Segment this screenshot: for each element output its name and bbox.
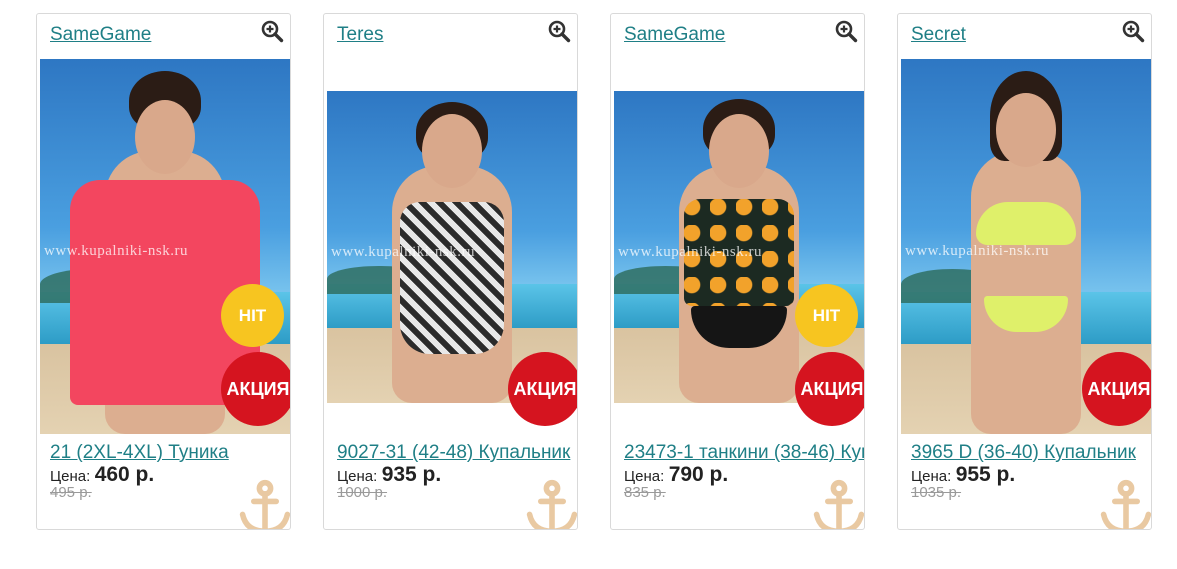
hit-badge: HIT <box>221 284 284 347</box>
zoom-in-icon[interactable] <box>1121 19 1145 43</box>
price-label: Цена: <box>337 468 378 485</box>
zoom-in-icon[interactable] <box>260 19 284 43</box>
hit-badge: HIT <box>795 284 858 347</box>
brand-link[interactable]: Secret <box>911 24 966 46</box>
anchor-icon <box>810 479 864 529</box>
brand-link[interactable]: Teres <box>337 24 383 46</box>
price-value: 790 р. <box>668 463 729 486</box>
brand-link[interactable]: SameGame <box>50 24 151 46</box>
price-value: 935 р. <box>381 463 442 486</box>
product-name-link[interactable]: 21 (2XL-4XL) Туника <box>50 442 290 464</box>
price-label: Цена: <box>911 468 952 485</box>
anchor-icon <box>1097 479 1151 529</box>
brand-link[interactable]: SameGame <box>624 24 725 46</box>
watermark: www.kupalniki-nsk.ru <box>331 243 476 260</box>
product-card: Teres www.kupalniki-nsk.ru АКЦИЯ 9027-31… <box>323 13 578 530</box>
anchor-icon <box>236 479 290 529</box>
price-value: 955 р. <box>955 463 1016 486</box>
watermark: www.kupalniki-nsk.ru <box>618 243 763 260</box>
price-label: Цена: <box>50 468 91 485</box>
old-price: 835 р. <box>624 484 666 501</box>
zoom-in-icon[interactable] <box>834 19 858 43</box>
old-price: 495 р. <box>50 484 92 501</box>
sale-badge: АКЦИЯ <box>508 352 577 426</box>
product-name-link[interactable]: 23473-1 танкини (38-46) Купальник <box>624 442 864 464</box>
sale-badge: АКЦИЯ <box>795 352 864 426</box>
product-card: SameGame www.kupalniki-nsk.ru HIT АКЦИЯ … <box>610 13 865 530</box>
product-grid: SameGame www.kupalniki-nsk.ru HIT АКЦИЯ … <box>0 0 1177 569</box>
anchor-icon <box>523 479 577 529</box>
price-value: 460 р. <box>94 463 155 486</box>
sale-badge: АКЦИЯ <box>221 352 290 426</box>
product-card: SameGame www.kupalniki-nsk.ru HIT АКЦИЯ … <box>36 13 291 530</box>
sale-badge: АКЦИЯ <box>1082 352 1151 426</box>
product-card: Secret www.kupalniki-nsk.ru АКЦИЯ 3965 D… <box>897 13 1152 530</box>
watermark: www.kupalniki-nsk.ru <box>905 242 1050 259</box>
old-price: 1000 р. <box>337 484 388 501</box>
old-price: 1035 р. <box>911 484 962 501</box>
product-name-link[interactable]: 3965 D (36-40) Купальник <box>911 442 1151 464</box>
watermark: www.kupalniki-nsk.ru <box>44 242 189 259</box>
zoom-in-icon[interactable] <box>547 19 571 43</box>
product-name-link[interactable]: 9027-31 (42-48) Купальник <box>337 442 577 464</box>
price-label: Цена: <box>624 468 665 485</box>
